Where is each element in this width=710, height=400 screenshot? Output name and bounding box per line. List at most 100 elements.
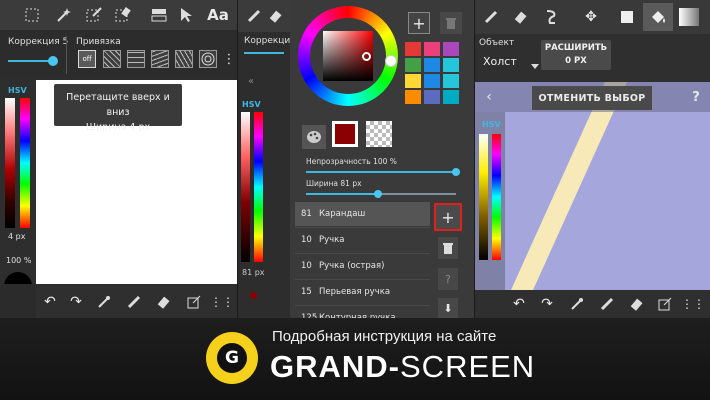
- pen-icon-3[interactable]: [597, 294, 617, 314]
- undo-icon[interactable]: ↶: [40, 292, 60, 312]
- brush-opacity-label: 100 %: [6, 256, 32, 265]
- add-color-button[interactable]: +: [408, 12, 430, 34]
- snap-perspective-button[interactable]: [151, 50, 169, 68]
- palette-swatch[interactable]: [424, 74, 440, 88]
- screenshot-collage: Aa Коррекция 5 Привязка off ⋮ Перетащите…: [0, 0, 710, 400]
- eyedropper-icon-3[interactable]: [567, 294, 587, 314]
- saturation-picker[interactable]: [362, 52, 371, 61]
- hsv-label-3[interactable]: HSV: [482, 120, 501, 129]
- snap-grid-button[interactable]: [127, 50, 145, 68]
- eyedropper-icon[interactable]: [94, 292, 114, 312]
- palette-swatch[interactable]: [405, 42, 421, 56]
- deselect-button[interactable]: ОТМЕНИТЬ ВЫБОР: [532, 86, 652, 110]
- layer-icon[interactable]: [149, 5, 169, 25]
- opacity-slider-thumb[interactable]: [452, 168, 460, 176]
- shape-tool-icon[interactable]: [617, 7, 637, 27]
- eraser-tool-icon[interactable]: [511, 7, 531, 27]
- top-toolbar-3: ✥: [475, 0, 710, 34]
- transparent-color-button[interactable]: [366, 121, 392, 147]
- correction-slider[interactable]: [8, 60, 53, 62]
- download-brush-icon[interactable]: ⬇: [438, 298, 458, 318]
- palette-swatch[interactable]: [424, 58, 440, 72]
- bottom-toolbar-3: ↶ ↷ ⋮⋮: [475, 290, 710, 318]
- palette-swatch[interactable]: [443, 90, 459, 104]
- pointer-icon[interactable]: [176, 5, 196, 25]
- bg-size-label: 81 px: [242, 268, 265, 277]
- palette-swatch[interactable]: [443, 58, 459, 72]
- top-toolbar: Aa: [0, 0, 237, 30]
- snap-parallel-button[interactable]: [103, 50, 121, 68]
- brightness-bar[interactable]: [5, 98, 15, 228]
- grid-menu-icon[interactable]: ⋮⋮: [210, 292, 234, 312]
- snap-off-button[interactable]: off: [78, 50, 96, 68]
- grid-menu-icon-3[interactable]: ⋮⋮: [681, 294, 705, 314]
- redo-icon[interactable]: ↷: [66, 292, 86, 312]
- hue-bar[interactable]: [20, 98, 30, 228]
- brush-list-item[interactable]: 10 Ручка (острая): [295, 254, 430, 278]
- palette-swatch[interactable]: [443, 74, 459, 88]
- brush-help-button[interactable]: ?: [438, 268, 458, 290]
- banner-brand: GRAND-SCREEN: [270, 349, 535, 385]
- share-icon[interactable]: [184, 292, 204, 312]
- palette-swatch[interactable]: [405, 58, 421, 72]
- brush-name: Ручка: [319, 235, 345, 245]
- fill-tool-icon[interactable]: [643, 3, 673, 31]
- brush-name: Карандаш: [319, 209, 366, 219]
- eraser-icon-3[interactable]: [627, 294, 647, 314]
- width-tooltip: Перетащите вверх и вниз Ширина 4 px: [54, 84, 182, 133]
- snap-radial-button[interactable]: [175, 50, 193, 68]
- object-value[interactable]: Холст: [483, 55, 517, 68]
- pen-icon[interactable]: [124, 292, 144, 312]
- delete-color-button[interactable]: [440, 12, 462, 34]
- hue-picker[interactable]: [385, 55, 397, 67]
- palette-icon[interactable]: [302, 125, 326, 149]
- select-eraser-icon[interactable]: [113, 5, 133, 25]
- back-chevron-icon[interactable]: ‹: [481, 88, 497, 106]
- bg-eraser-icon: [266, 6, 286, 26]
- undo-icon-3[interactable]: ↶: [509, 294, 529, 314]
- palette-swatch[interactable]: [424, 42, 440, 56]
- object-dropdown-icon[interactable]: [531, 64, 539, 69]
- brush-size-value: 81: [301, 209, 312, 219]
- expand-button[interactable]: РАСШИРИТЬ 0 PX: [541, 40, 611, 70]
- brush-list-item[interactable]: 15 Перьевая ручка: [295, 280, 430, 304]
- redo-icon-3[interactable]: ↷: [537, 294, 557, 314]
- pixel-canvas[interactable]: [475, 82, 710, 290]
- delete-brush-button[interactable]: [438, 237, 458, 259]
- select-rect-icon[interactable]: [22, 5, 42, 25]
- more-vert-icon[interactable]: ⋮: [223, 50, 236, 68]
- logo-letter: G: [217, 343, 247, 373]
- hsv-label[interactable]: HSV: [8, 86, 27, 95]
- text-tool-icon[interactable]: Aa: [205, 4, 231, 26]
- add-brush-button[interactable]: +: [434, 203, 462, 231]
- share-icon-3[interactable]: [655, 294, 675, 314]
- bg-pen-icon: [244, 6, 264, 26]
- palette-swatch[interactable]: [424, 90, 440, 104]
- brush-list-item[interactable]: 10 Ручка: [295, 228, 430, 252]
- current-color-button[interactable]: [332, 121, 358, 147]
- divider: [66, 36, 67, 74]
- eraser-icon[interactable]: [154, 292, 174, 312]
- correction-slider-thumb[interactable]: [48, 56, 58, 66]
- help-button[interactable]: ?: [687, 88, 705, 106]
- magic-wand-icon[interactable]: [53, 5, 73, 25]
- object-label: Объект: [479, 38, 515, 48]
- hue-bar-3[interactable]: [492, 134, 501, 260]
- snap-circle-button[interactable]: [199, 50, 217, 68]
- palette-swatch[interactable]: [405, 90, 421, 104]
- smudge-icon[interactable]: [541, 7, 561, 27]
- brand-light: SCREEN: [400, 349, 536, 384]
- snap-off-label: off: [82, 55, 92, 63]
- brush-divider: [295, 279, 430, 280]
- select-pen-icon[interactable]: [84, 5, 104, 25]
- brightness-bar-3[interactable]: [479, 134, 488, 260]
- current-color-swatch: [335, 124, 355, 144]
- gradient-tool-icon[interactable]: [679, 8, 699, 26]
- pen-tool-icon[interactable]: [481, 7, 501, 27]
- palette-swatch[interactable]: [405, 74, 421, 88]
- palette-swatch[interactable]: [443, 42, 459, 56]
- width-slider-thumb[interactable]: [374, 190, 382, 198]
- move-tool-icon[interactable]: ✥: [581, 7, 601, 27]
- brush-list-item[interactable]: 81 Карандаш: [295, 202, 430, 226]
- brush-list-item[interactable]: 125 Контурная ручка: [295, 306, 430, 318]
